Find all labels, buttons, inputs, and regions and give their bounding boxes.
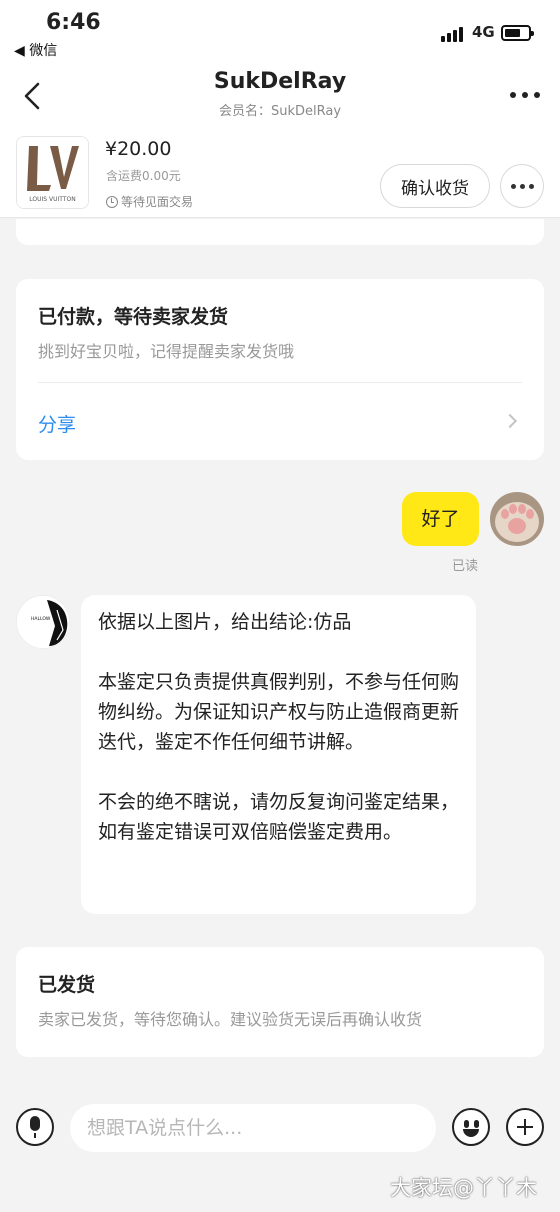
read-status: 已读 [452,559,479,574]
shipped-status-card: 已发货 卖家已发货，等待您确认。建议验货无误后再确认收货 [16,947,544,1057]
seller-avatar-image: HALLOW [17,596,69,648]
lv-logo-image: LOUIS VUITTON [17,137,88,208]
message-paragraph: 不会的绝不瞎说，请勿反复询问鉴定结果，如有鉴定错误可双倍赔偿鉴定费用。 [98,791,460,843]
member-name: 会员名：SukDelRay [218,104,342,119]
product-price: ¥20.00 [105,138,172,160]
more-dots-icon[interactable] [510,92,540,98]
seller-message-bubble[interactable]: 依据以上图片，给出结论:仿品 本鉴定只负责提供真假判别，不参与任何购物纠纷。为保… [81,595,476,914]
signal-icon [441,26,467,42]
product-thumbnail[interactable]: LOUIS VUITTON [16,136,89,209]
clock-icon [106,196,118,208]
status-time: 6:46 [46,10,101,35]
order-status-card: 已付款，等待卖家发货 挑到好宝贝啦，记得提醒卖家发货哦 分享 [16,279,544,460]
message-paragraph: 依据以上图片，给出结论:仿品 [98,611,352,633]
trade-mode: 等待见面交易 [106,193,193,210]
message-input[interactable] [70,1104,436,1152]
status-bar: 6:46 ◀ 微信 4G [0,0,560,64]
plus-icon[interactable] [506,1108,544,1146]
seller-avatar[interactable]: HALLOW [16,595,70,649]
divider [38,382,522,383]
order-status-title: 已付款，等待卖家发货 [38,306,229,328]
brand-lettering: LOUIS VUITTON [29,196,75,203]
shipped-title: 已发货 [38,974,96,996]
previous-card-bottom [16,219,544,245]
chevron-right-icon[interactable] [502,413,518,429]
network-label: 4G [472,23,495,41]
share-link[interactable]: 分享 [38,410,76,437]
battery-icon [501,25,534,41]
trade-mode-label: 等待见面交易 [121,195,194,209]
confirm-receipt-button[interactable]: 确认收货 [380,164,490,208]
more-options-button[interactable] [500,164,544,208]
nav-bar: SukDelRay 会员名：SukDelRay [0,64,560,124]
my-message-bubble[interactable]: 好了 [402,492,479,546]
product-header: LOUIS VUITTON ¥20.00 含运费0.00元 等待见面交易 确认收… [0,124,560,218]
emoji-icon[interactable] [452,1108,490,1146]
my-avatar[interactable] [490,492,544,546]
page-title: SukDelRay [213,69,347,94]
shipping-fee: 含运费0.00元 [106,169,181,183]
cat-paw-avatar-image [490,492,544,546]
back-to-wechat-link[interactable]: ◀ 微信 [14,40,57,60]
shipped-desc: 卖家已发货，等待您确认。建议验货无误后再确认收货 [38,1010,423,1029]
watermark: 大家坛@丫丫木 [390,1176,537,1200]
microphone-icon[interactable] [16,1108,54,1146]
avatar-lettering: HALLOW [31,616,51,622]
message-paragraph: 本鉴定只负责提供真假判别，不参与任何购物纠纷。为保证知识产权与防止造假商更新迭代… [98,671,460,753]
order-status-desc: 挑到好宝贝啦，记得提醒卖家发货哦 [38,342,295,361]
